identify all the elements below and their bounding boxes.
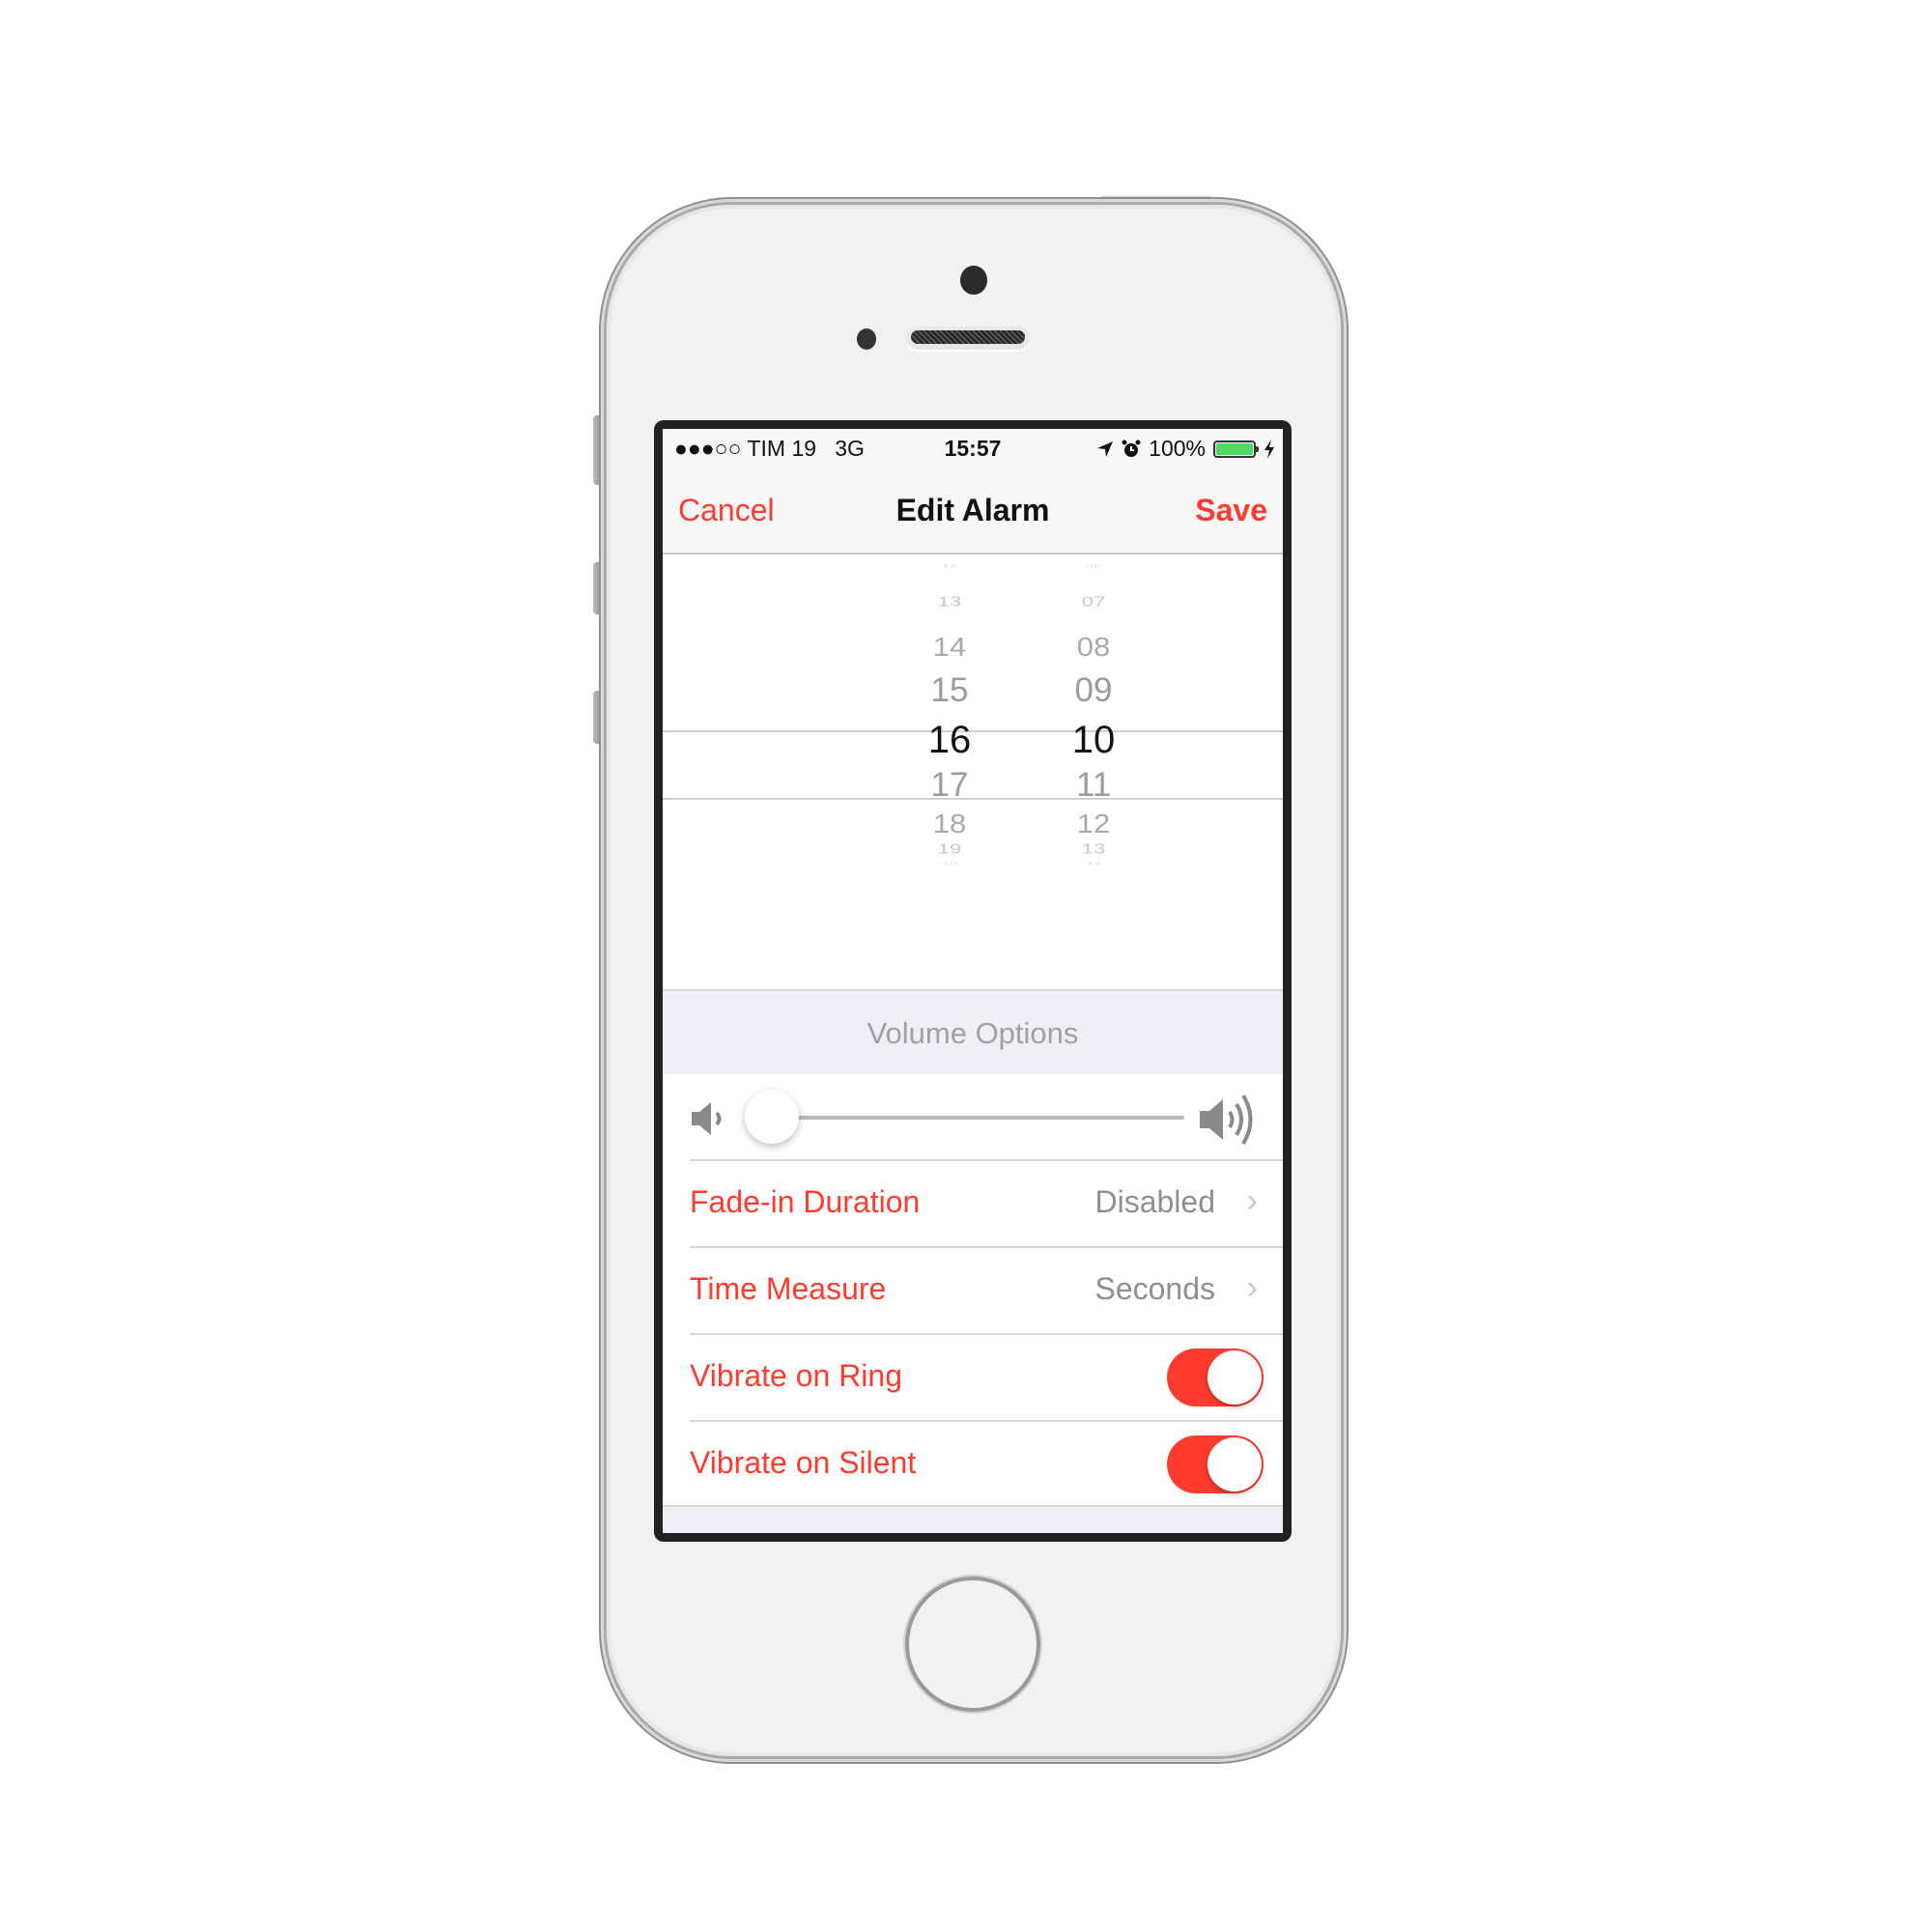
charging-bolt-icon (1264, 439, 1274, 459)
list-footer (663, 1505, 1283, 1533)
row-label: Vibrate on Ring (690, 1358, 902, 1393)
picker-value[interactable]: 06 (1036, 564, 1151, 569)
picker-value[interactable]: 10 (1036, 719, 1151, 762)
vibrate-on-silent-row: Vibrate on Silent (690, 1420, 1283, 1507)
picker-value[interactable]: 20 (892, 862, 1008, 867)
picker-value[interactable]: 08 (1036, 632, 1151, 663)
proximity-sensor (857, 328, 876, 350)
picker-value[interactable]: 15 (892, 671, 1008, 710)
minute-wheel[interactable]: 06 07 08 09 10 11 12 13 14 (1036, 554, 1151, 984)
fade-in-duration-row[interactable]: Fade-in Duration Disabled › (690, 1159, 1283, 1246)
picker-value[interactable]: 19 (892, 841, 1008, 858)
toggle-knob (1208, 1350, 1262, 1405)
chevron-right-icon: › (1246, 1269, 1258, 1306)
speaker-low-icon (692, 1102, 722, 1135)
time-measure-row[interactable]: Time Measure Seconds › (690, 1246, 1283, 1333)
time-picker: 12 13 14 15 16 17 18 19 20 06 07 08 09 10 11 12 13 14 (663, 554, 1283, 984)
row-value: Disabled (1094, 1184, 1215, 1219)
picker-value[interactable]: 14 (892, 632, 1008, 663)
picker-value[interactable]: 11 (1036, 766, 1151, 805)
front-camera (960, 266, 987, 295)
picker-value[interactable]: 16 (892, 719, 1008, 762)
vibrate-on-ring-row: Vibrate on Ring (690, 1333, 1283, 1420)
row-value: Seconds (1094, 1271, 1215, 1306)
picker-value[interactable]: 13 (892, 594, 1008, 611)
picker-value[interactable]: 18 (892, 809, 1008, 839)
status-bar: ●●●○○ TIM 19 3G 15:57 100% (663, 429, 1283, 468)
volume-down-button (593, 691, 603, 744)
picker-value[interactable]: 13 (1036, 841, 1151, 858)
battery-icon (1213, 440, 1259, 458)
section-header-label: Volume Options (867, 1016, 1079, 1050)
screen: ●●●○○ TIM 19 3G 15:57 100% Cancel Edit A… (663, 429, 1283, 1533)
row-label: Time Measure (690, 1271, 887, 1306)
vibrate-on-ring-toggle[interactable] (1167, 1349, 1264, 1406)
toggle-knob (1208, 1437, 1262, 1492)
volume-slider-thumb[interactable] (745, 1090, 799, 1144)
picker-value[interactable]: 12 (892, 564, 1008, 569)
alarm-clock-icon (1122, 440, 1141, 457)
hour-wheel[interactable]: 12 13 14 15 16 17 18 19 20 (892, 554, 1008, 984)
earpiece-speaker (905, 327, 1031, 352)
picker-value[interactable]: 14 (1036, 862, 1151, 867)
settings-list: Fade-in Duration Disabled › Time Measure… (663, 1074, 1283, 1507)
battery-percent: 100% (1149, 436, 1206, 461)
volume-slider-row (690, 1074, 1283, 1159)
volume-slider-track[interactable] (745, 1090, 1184, 1144)
picker-value[interactable]: 09 (1036, 671, 1151, 710)
navigation-bar: Cancel Edit Alarm Save (663, 468, 1283, 554)
picker-value[interactable]: 07 (1036, 594, 1151, 611)
vibrate-on-silent-toggle[interactable] (1167, 1435, 1264, 1493)
save-button[interactable]: Save (1195, 493, 1267, 528)
cancel-button[interactable]: Cancel (678, 493, 775, 528)
location-arrow-icon (1097, 440, 1114, 457)
picker-value[interactable]: 12 (1036, 809, 1151, 839)
speaker-high-icon (1200, 1094, 1253, 1146)
row-label: Vibrate on Silent (690, 1445, 917, 1480)
volume-up-button (593, 562, 603, 614)
battery-level (1216, 442, 1253, 455)
volume-options-header: Volume Options (663, 989, 1283, 1076)
row-label: Fade-in Duration (690, 1184, 921, 1219)
chevron-right-icon: › (1246, 1182, 1258, 1219)
picker-value[interactable]: 17 (892, 766, 1008, 805)
mute-switch (593, 415, 603, 485)
home-button[interactable] (909, 1580, 1037, 1708)
